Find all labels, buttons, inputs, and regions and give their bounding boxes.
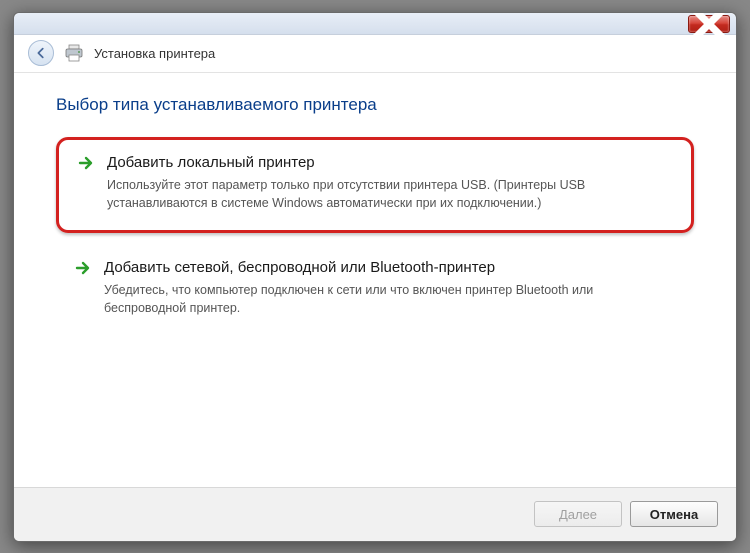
option-head: Добавить локальный принтер (77, 154, 673, 172)
footer: Далее Отмена (14, 487, 736, 541)
back-button[interactable] (28, 40, 54, 66)
header-title: Установка принтера (94, 46, 215, 61)
cancel-button[interactable]: Отмена (630, 501, 718, 527)
option-add-network-printer[interactable]: Добавить сетевой, беспроводной или Bluet… (56, 245, 694, 333)
option-description: Убедитесь, что компьютер подключен к сет… (104, 281, 676, 317)
option-description: Используйте этот параметр только при отс… (107, 176, 673, 212)
arrow-right-icon (74, 259, 92, 277)
wizard-window: Установка принтера Выбор типа устанавлив… (13, 12, 737, 542)
printer-icon (64, 44, 84, 62)
titlebar (14, 13, 736, 35)
option-title: Добавить сетевой, беспроводной или Bluet… (104, 259, 495, 276)
close-button[interactable] (688, 15, 730, 33)
option-title: Добавить локальный принтер (107, 154, 315, 171)
arrow-right-icon (77, 154, 95, 172)
close-icon (689, 12, 729, 44)
next-button: Далее (534, 501, 622, 527)
option-head: Добавить сетевой, беспроводной или Bluet… (74, 259, 676, 277)
back-arrow-icon (34, 46, 48, 60)
option-add-local-printer[interactable]: Добавить локальный принтер Используйте э… (56, 137, 694, 233)
header: Установка принтера (14, 35, 736, 73)
page-heading: Выбор типа устанавливаемого принтера (56, 95, 694, 115)
content-area: Выбор типа устанавливаемого принтера Доб… (14, 73, 736, 487)
